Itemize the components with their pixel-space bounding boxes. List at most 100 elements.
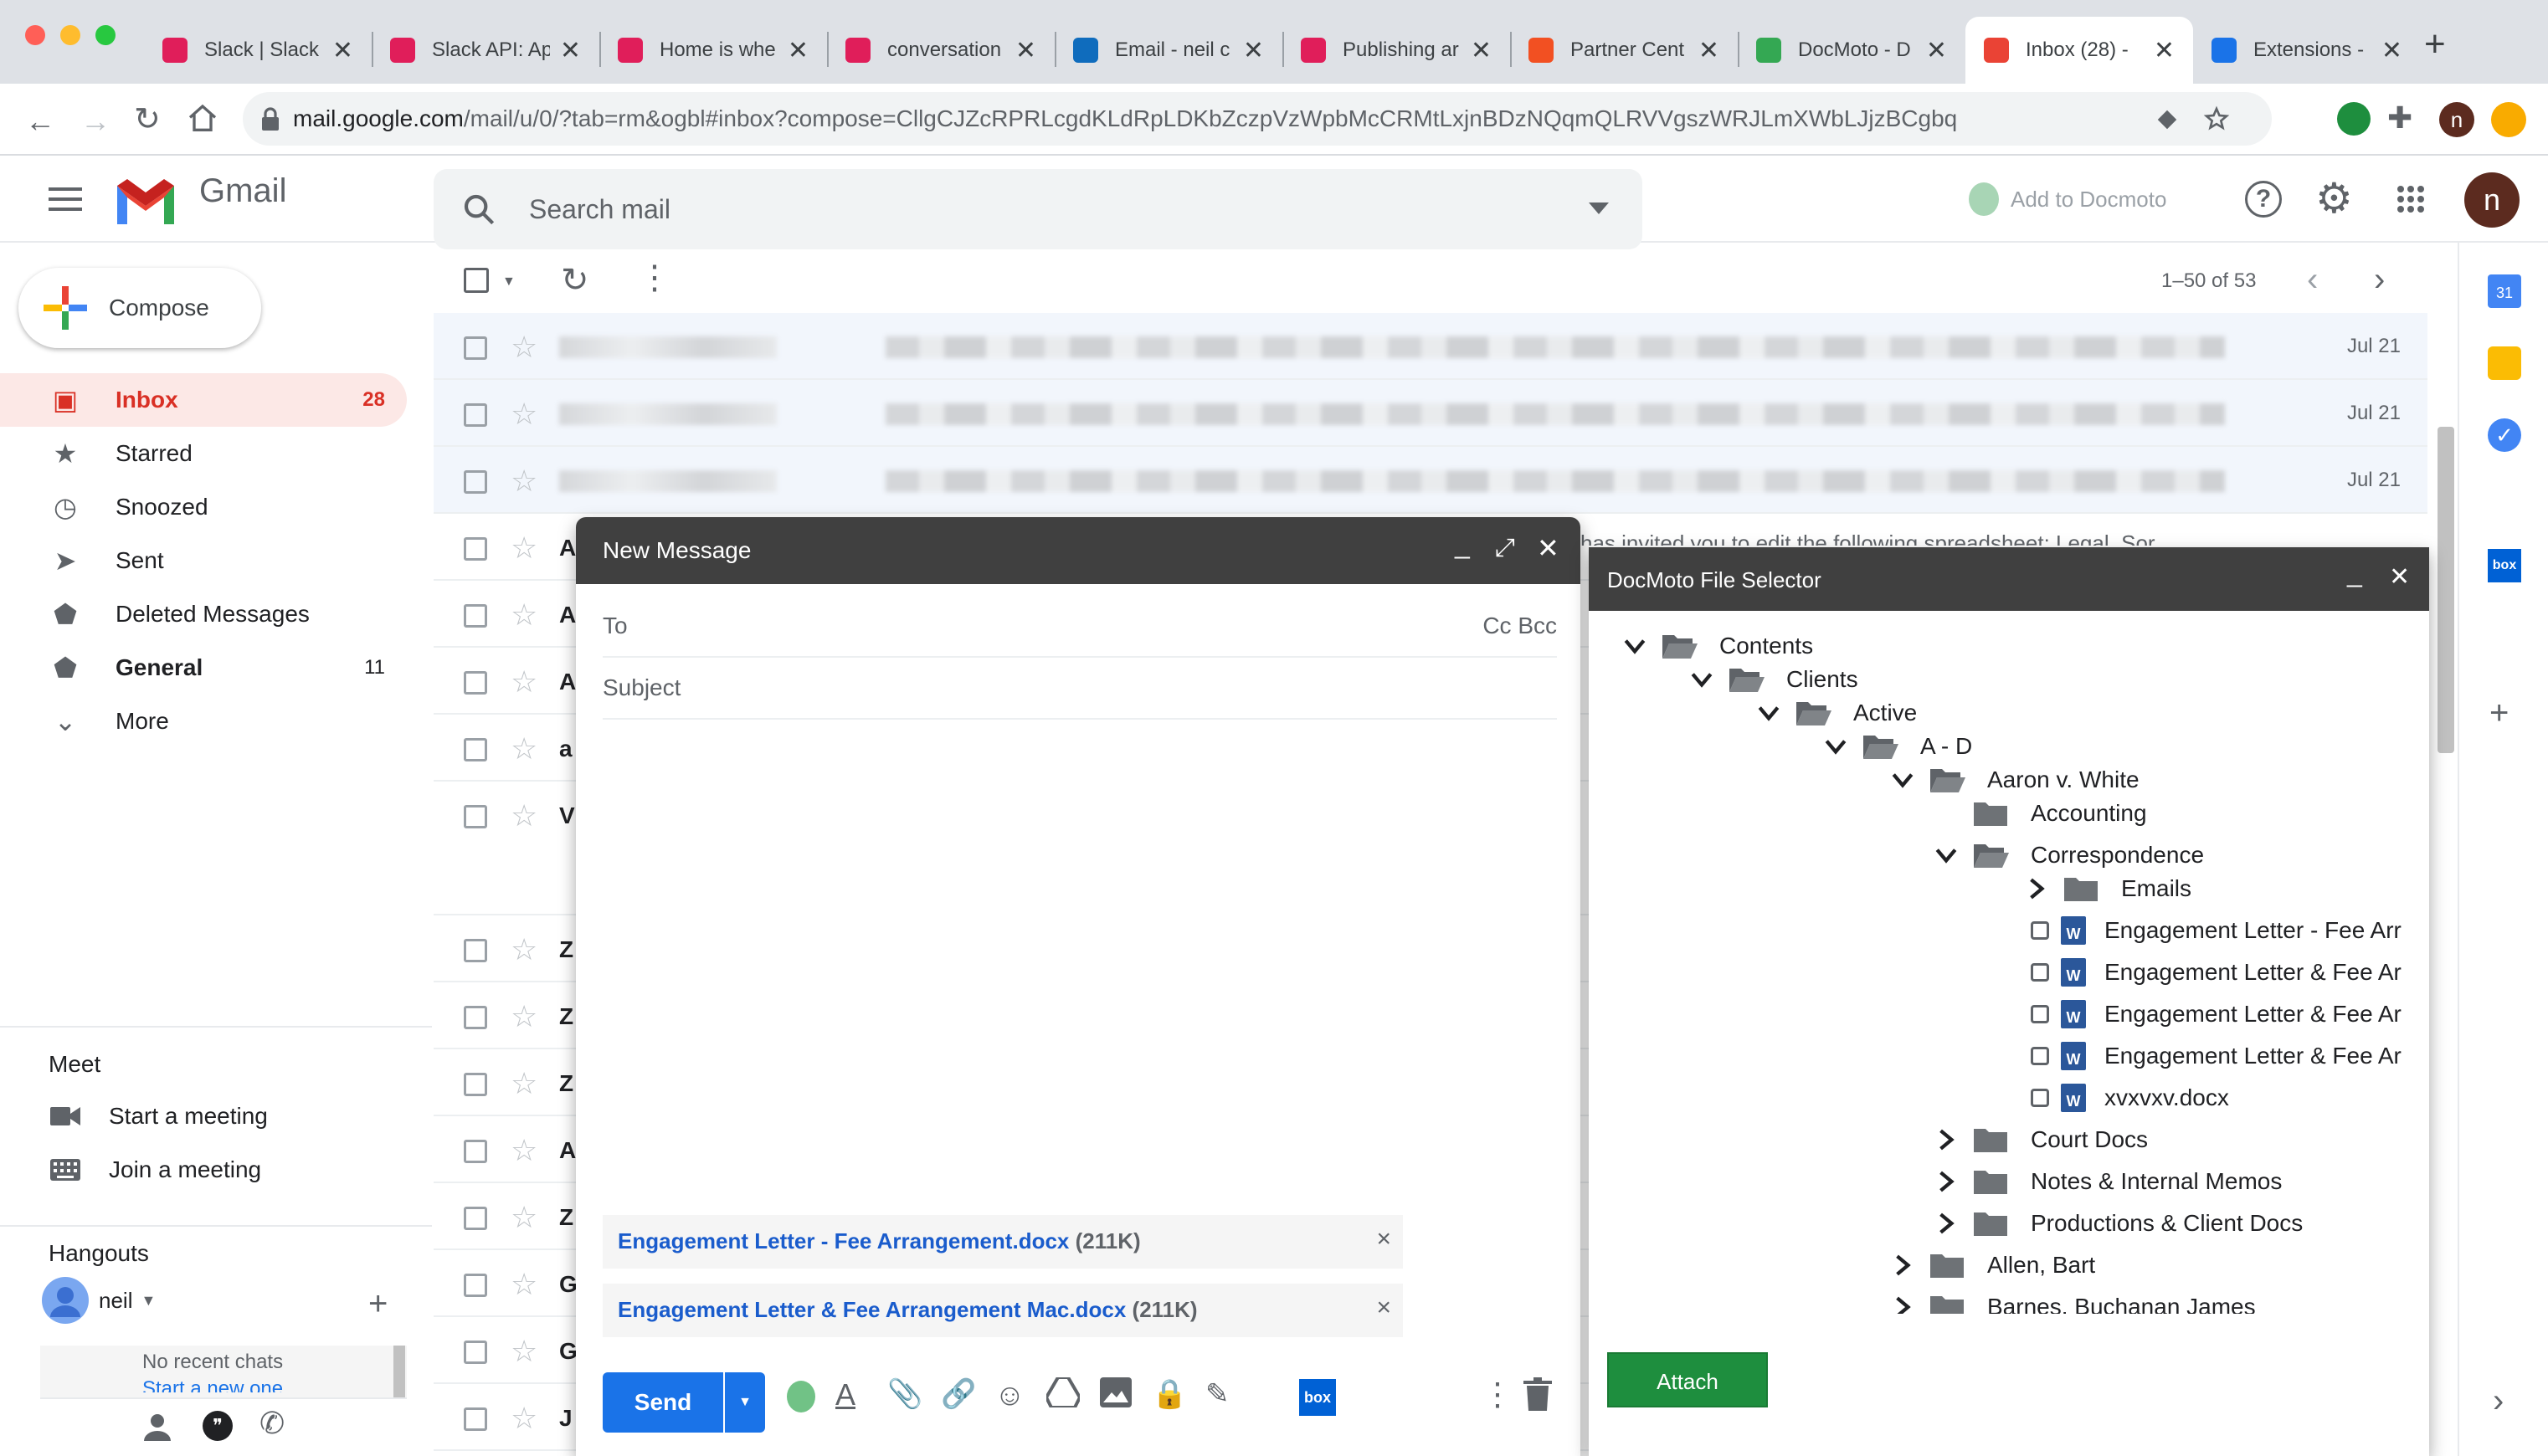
refresh-icon[interactable]: ↻ bbox=[561, 261, 589, 300]
sidebar-item-inbox[interactable]: ▣ Inbox 28 bbox=[0, 373, 407, 427]
tree-file[interactable]: W Engagement Letter & Fee Ar bbox=[2024, 1038, 2402, 1074]
star-icon[interactable]: ☆ bbox=[511, 464, 537, 499]
docmoto-toolbar-icon[interactable] bbox=[783, 1377, 820, 1414]
file-checkbox[interactable] bbox=[2031, 963, 2049, 982]
star-icon[interactable]: ☆ bbox=[511, 731, 537, 766]
discard-draft-trash-icon[interactable] bbox=[1523, 1377, 1552, 1411]
row-checkbox[interactable] bbox=[464, 939, 487, 962]
row-checkbox[interactable] bbox=[464, 1407, 487, 1431]
file-checkbox[interactable] bbox=[2031, 921, 2049, 940]
star-icon[interactable]: ☆ bbox=[511, 330, 537, 365]
browser-tab[interactable]: Home is whe ✕ bbox=[599, 17, 827, 84]
tree-file[interactable]: W Engagement Letter & Fee Ar bbox=[2024, 996, 2402, 1033]
remove-attachment-icon[interactable]: × bbox=[1376, 1294, 1391, 1322]
tree-folder[interactable]: Court Docs bbox=[1934, 1121, 2148, 1158]
get-addons-plus-icon[interactable]: + bbox=[2489, 695, 2509, 732]
row-checkbox[interactable] bbox=[464, 537, 487, 561]
attachment-chip[interactable]: Engagement Letter - Fee Arrangement.docx… bbox=[603, 1215, 1403, 1269]
close-tab-icon[interactable]: ✕ bbox=[2154, 36, 2175, 65]
minimize-compose-icon[interactable]: _ bbox=[1455, 529, 1470, 560]
account-avatar[interactable]: n bbox=[2464, 172, 2520, 228]
compose-more-options-icon[interactable]: ⋮ bbox=[1482, 1376, 1513, 1413]
star-icon[interactable]: ☆ bbox=[511, 1334, 537, 1369]
tree-folder[interactable]: Active bbox=[1756, 695, 1917, 731]
attachment-chip[interactable]: Engagement Letter & Fee Arrangement Mac.… bbox=[603, 1284, 1403, 1337]
minimize-window-button[interactable] bbox=[60, 25, 80, 45]
add-to-docmoto-button[interactable]: Add to Docmoto bbox=[1969, 182, 2166, 216]
sidebar-item-snoozed[interactable]: ◷ Snoozed bbox=[0, 480, 407, 534]
more-options-icon[interactable]: ⋮ bbox=[638, 261, 671, 295]
tree-file[interactable]: W Engagement Letter - Fee Arr bbox=[2024, 912, 2402, 949]
close-tab-icon[interactable]: ✕ bbox=[1243, 36, 1264, 65]
close-tab-icon[interactable]: ✕ bbox=[332, 36, 353, 65]
sidebar-item-general[interactable]: ⬟ General 11 bbox=[0, 641, 407, 695]
star-icon[interactable]: ☆ bbox=[511, 397, 537, 432]
tasks-icon[interactable]: ✓ bbox=[2488, 418, 2521, 452]
cc-bcc-link[interactable]: Cc Bcc bbox=[1482, 613, 1557, 639]
tree-file[interactable]: W Engagement Letter & Fee Ar bbox=[2024, 954, 2402, 991]
hangouts-user[interactable]: neil ▼ bbox=[42, 1277, 156, 1324]
sidebar-item-sent[interactable]: ➤ Sent bbox=[0, 534, 407, 587]
keep-icon[interactable] bbox=[2488, 346, 2521, 380]
sidebar-item-more[interactable]: ⌄ More bbox=[0, 695, 407, 748]
emoji-icon[interactable]: ☺ bbox=[994, 1377, 1031, 1414]
row-checkbox[interactable] bbox=[464, 671, 487, 695]
box-toolbar-icon[interactable]: box bbox=[1299, 1379, 1336, 1416]
user-dropdown-icon[interactable]: ▼ bbox=[141, 1292, 156, 1310]
extensions-puzzle-icon[interactable]: ✚ bbox=[2387, 100, 2412, 136]
star-icon[interactable]: ☆ bbox=[511, 1066, 537, 1101]
tree-folder[interactable]: Allen, Bart bbox=[1890, 1247, 2095, 1284]
main-menu-button[interactable] bbox=[49, 174, 82, 224]
email-row[interactable]: ☆ Jul 21 bbox=[434, 380, 2427, 447]
row-checkbox[interactable] bbox=[464, 1274, 487, 1297]
star-icon[interactable]: ☆ bbox=[511, 531, 537, 566]
reload-button[interactable]: ↻ bbox=[134, 100, 161, 138]
browser-tab[interactable]: Partner Cent ✕ bbox=[1510, 17, 1738, 84]
browser-tab[interactable]: conversation ✕ bbox=[827, 17, 1055, 84]
row-checkbox[interactable] bbox=[464, 805, 487, 828]
file-checkbox[interactable] bbox=[2031, 1047, 2049, 1065]
close-tab-icon[interactable]: ✕ bbox=[560, 36, 581, 65]
calendar-icon[interactable]: 31 bbox=[2488, 274, 2521, 308]
email-row[interactable]: ☆ Jul 21 bbox=[434, 313, 2427, 380]
row-checkbox[interactable] bbox=[464, 1341, 487, 1364]
older-page-button[interactable]: › bbox=[2374, 261, 2385, 299]
back-button[interactable]: ← bbox=[25, 104, 55, 139]
signature-pen-icon[interactable]: ✎ bbox=[1205, 1377, 1242, 1414]
join-meeting-link[interactable]: Join a meeting bbox=[50, 1156, 261, 1183]
browser-tab[interactable]: Email - neil c ✕ bbox=[1055, 17, 1282, 84]
star-icon[interactable]: ☆ bbox=[511, 1200, 537, 1235]
subject-field[interactable]: Subject bbox=[603, 659, 1557, 720]
url-field[interactable]: mail.google.com/mail/u/0/?tab=rm&ogbl#in… bbox=[243, 92, 2272, 146]
sidebar-item-deleted-messages[interactable]: ⬟ Deleted Messages bbox=[0, 587, 407, 641]
close-tab-icon[interactable]: ✕ bbox=[1471, 36, 1492, 65]
search-bar[interactable]: Search mail bbox=[434, 169, 1642, 249]
close-docmoto-icon[interactable]: ✕ bbox=[2389, 562, 2410, 592]
docmoto-extension-icon[interactable] bbox=[2337, 102, 2371, 136]
browser-tab[interactable]: Publishing ar ✕ bbox=[1282, 17, 1510, 84]
new-chat-plus-icon[interactable]: + bbox=[368, 1285, 388, 1323]
newer-page-button[interactable]: ‹ bbox=[2307, 261, 2318, 299]
star-icon[interactable]: ☆ bbox=[511, 1267, 537, 1302]
star-icon[interactable]: ☆ bbox=[511, 999, 537, 1034]
tree-folder[interactable]: Contents bbox=[1622, 628, 1813, 664]
box-addon-icon[interactable]: box bbox=[2488, 549, 2521, 582]
home-button[interactable] bbox=[186, 102, 219, 136]
tree-folder[interactable]: Productions & Client Docs bbox=[1934, 1205, 2303, 1242]
row-checkbox[interactable] bbox=[464, 470, 487, 494]
row-checkbox[interactable] bbox=[464, 1073, 487, 1096]
tree-folder[interactable]: Aaron v. White bbox=[1890, 761, 2140, 798]
row-checkbox[interactable] bbox=[464, 738, 487, 761]
hangouts-chat-icon[interactable]: ❞ bbox=[203, 1411, 233, 1441]
settings-gear-icon[interactable]: ⚙ bbox=[2315, 174, 2353, 223]
search-input[interactable]: Search mail bbox=[529, 194, 670, 225]
sidebar-item-starred[interactable]: ★ Starred bbox=[0, 427, 407, 480]
close-tab-icon[interactable]: ✕ bbox=[1015, 36, 1036, 65]
star-icon[interactable]: ☆ bbox=[511, 932, 537, 967]
phone-icon[interactable]: ✆ bbox=[259, 1406, 285, 1441]
close-tab-icon[interactable]: ✕ bbox=[788, 36, 809, 65]
list-scrollbar[interactable] bbox=[2438, 427, 2454, 753]
browser-tab[interactable]: Inbox (28) - ✕ bbox=[1965, 17, 2193, 84]
close-tab-icon[interactable]: ✕ bbox=[1698, 36, 1719, 65]
to-field[interactable]: To Cc Bcc bbox=[603, 597, 1557, 658]
